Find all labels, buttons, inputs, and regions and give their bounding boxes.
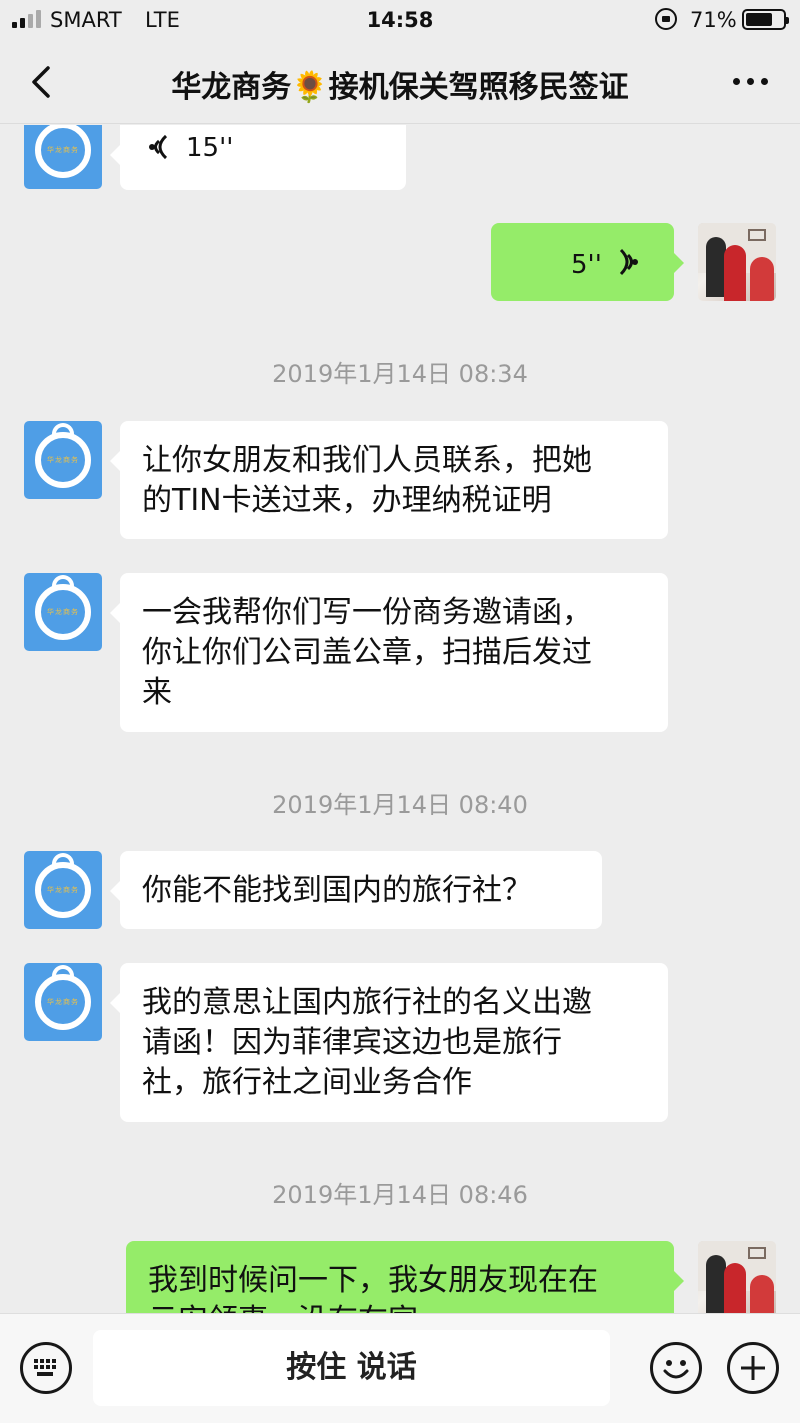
keyboard-toggle-button[interactable] (20, 1342, 72, 1394)
text-message[interactable]: 我到时候问一下，我女朋友现在在 云安领事，没有在家 (126, 1241, 684, 1313)
message-timestamp: 2019年1月14日 08:34 (272, 360, 528, 388)
my-avatar[interactable] (698, 1241, 776, 1313)
chevron-left-icon (32, 66, 50, 98)
my-avatar[interactable] (698, 223, 776, 301)
message-line: 的TIN卡送过来，办理纳税证明 (142, 483, 552, 518)
back-button[interactable] (24, 62, 64, 102)
voice-wave-icon (149, 134, 168, 160)
message-line: 一会我帮你们写一份商务邀请函， (142, 595, 592, 630)
more-button[interactable] (733, 78, 768, 85)
message-line: 云安领事，没有在家 (148, 1301, 652, 1313)
contact-avatar[interactable]: 华龙商务 (24, 573, 102, 651)
contact-avatar[interactable]: 华龙商务 (24, 125, 102, 189)
message-line: 来 (142, 675, 172, 710)
message-timestamp: 2019年1月14日 08:40 (272, 791, 528, 819)
text-message[interactable]: 一会我帮你们写一份商务邀请函， 你让你们公司盖公章，扫描后发过 来 (110, 573, 668, 732)
orientation-lock-icon (655, 8, 677, 30)
message-line: 你能不能找到国内的旅行社？ (142, 873, 532, 908)
voice-message[interactable]: 5'' (491, 223, 684, 301)
message-list[interactable]: 华龙商务 15'' 5'' 2019年1月14日 08:34 华龙商务 让你女朋… (0, 125, 800, 1313)
message-line: 你让你们公司盖公章，扫描后发过 (142, 635, 592, 670)
battery-icon (742, 9, 789, 30)
keyboard-icon (34, 1359, 56, 1376)
emoji-button[interactable] (650, 1342, 702, 1394)
text-message[interactable]: 我的意思让国内旅行社的名义出邀 请函！因为菲律宾这边也是旅行 社，旅行社之间业务… (110, 963, 668, 1122)
chat-title: 华龙商务🌻接机保关驾照移民签证 (171, 70, 629, 105)
contact-avatar[interactable]: 华龙商务 (24, 851, 102, 929)
message-timestamp: 2019年1月14日 08:46 (272, 1181, 528, 1209)
more-functions-button[interactable] (727, 1342, 779, 1394)
message-line: 让你女朋友和我们人员联系，把她 (142, 443, 592, 478)
contact-avatar[interactable]: 华龙商务 (24, 963, 102, 1041)
chat-header: 华龙商务🌻接机保关驾照移民签证 (0, 40, 800, 124)
voice-duration: 15'' (186, 133, 234, 163)
message-line: 我到时候问一下，我女朋友现在在 (148, 1263, 598, 1298)
emoji-icon (663, 1360, 689, 1379)
status-bar: SMART LTE 14:58 71% (0, 0, 800, 40)
contact-avatar[interactable]: 华龙商务 (24, 421, 102, 499)
text-message[interactable]: 让你女朋友和我们人员联系，把她 的TIN卡送过来，办理纳税证明 (110, 421, 668, 539)
battery-percent: 71% (690, 8, 737, 32)
voice-message[interactable]: 15'' (110, 125, 406, 190)
text-message[interactable]: 你能不能找到国内的旅行社？ (110, 851, 602, 929)
message-line: 请函！因为菲律宾这边也是旅行 (142, 1025, 562, 1060)
more-dots-icon (733, 78, 740, 85)
input-bar: 按住 说话 (0, 1313, 800, 1423)
message-line: 社，旅行社之间业务合作 (142, 1065, 472, 1100)
hold-to-talk-button[interactable]: 按住 说话 (93, 1330, 610, 1406)
voice-wave-icon (619, 248, 638, 276)
message-line: 我的意思让国内旅行社的名义出邀 (142, 985, 592, 1020)
plus-icon (741, 1356, 765, 1380)
clock: 14:58 (366, 8, 434, 32)
voice-duration: 5'' (571, 250, 602, 280)
